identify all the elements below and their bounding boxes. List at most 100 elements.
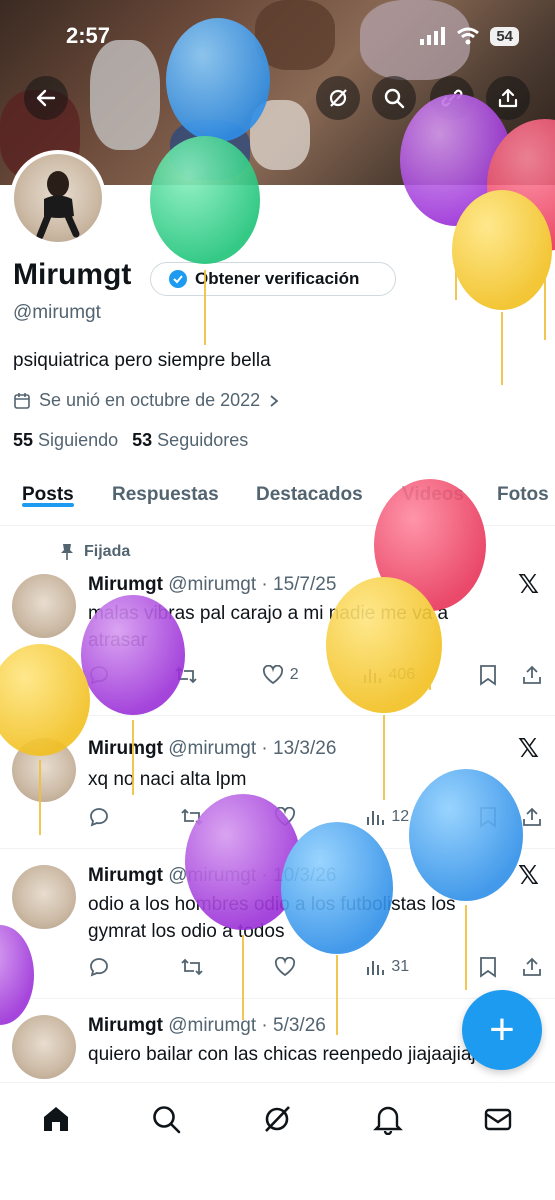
post-actions: 12 bbox=[88, 806, 543, 828]
post-author: Mirumgt bbox=[88, 1015, 163, 1036]
like-button[interactable] bbox=[274, 807, 296, 827]
calendar-icon bbox=[14, 392, 30, 409]
tab-posts[interactable]: Posts bbox=[22, 470, 74, 507]
tab-videos[interactable]: Videos bbox=[402, 470, 464, 506]
followers-link[interactable]: 53 Seguidores bbox=[132, 430, 248, 451]
post-meta: @mirumgt · 5/3/26 bbox=[168, 1015, 326, 1036]
bookmark-icon[interactable] bbox=[479, 956, 497, 978]
views-count: 31 bbox=[391, 958, 410, 975]
nav-grok[interactable] bbox=[257, 1101, 297, 1137]
link-button[interactable] bbox=[430, 76, 474, 120]
share-icon[interactable] bbox=[521, 806, 543, 828]
signal-icon bbox=[420, 27, 446, 45]
profile-tabs: Posts Respuestas Destacados Videos Fotos bbox=[0, 470, 555, 526]
post-header: Mirumgt @mirumgt · 5/3/26 bbox=[88, 1015, 326, 1037]
followers-count: 53 bbox=[132, 430, 153, 450]
reply-icon bbox=[90, 666, 108, 685]
share-icon[interactable] bbox=[521, 956, 543, 978]
get-verified-label: Obtener verificación bbox=[195, 269, 360, 288]
share-button[interactable] bbox=[486, 76, 530, 120]
post-actions: 31 bbox=[88, 956, 543, 978]
repost-button[interactable] bbox=[180, 806, 204, 828]
x-logo-icon: 𝕏 bbox=[518, 734, 539, 764]
bookmark-icon[interactable] bbox=[479, 806, 497, 828]
repost-button[interactable] bbox=[180, 956, 204, 978]
post-meta: @mirumgt · 10/3/26 bbox=[168, 865, 337, 886]
nav-search[interactable] bbox=[146, 1101, 186, 1137]
post-text: xq no naci alta lpm bbox=[88, 769, 247, 790]
grok-icon bbox=[329, 89, 347, 107]
post-header: Mirumgt @mirumgt · 13/3/26 bbox=[88, 738, 336, 760]
back-button[interactable] bbox=[24, 76, 68, 120]
reply-icon bbox=[90, 958, 108, 977]
views-button[interactable]: 406 bbox=[362, 665, 415, 685]
like-button[interactable]: 2 bbox=[262, 665, 299, 685]
repost-icon bbox=[181, 808, 203, 826]
get-verified-button[interactable]: Obtener verificación bbox=[150, 262, 396, 296]
profile-name: Mirumgt bbox=[13, 258, 132, 291]
reply-button[interactable] bbox=[88, 806, 110, 828]
post-avatar[interactable] bbox=[12, 1015, 76, 1079]
grok-icon bbox=[265, 1106, 290, 1132]
status-bar: 2:57 54 bbox=[0, 0, 555, 72]
bookmark-icon[interactable] bbox=[479, 664, 497, 686]
search-icon bbox=[153, 1106, 181, 1134]
home-icon bbox=[44, 1107, 68, 1131]
plus-icon: + bbox=[489, 1005, 515, 1054]
following-link[interactable]: 55 Siguiendo bbox=[13, 430, 118, 451]
heart-icon bbox=[262, 665, 283, 685]
arrow-left-icon bbox=[36, 89, 56, 107]
post-author: Mirumgt bbox=[88, 738, 163, 759]
post-avatar[interactable] bbox=[12, 574, 76, 638]
heart-icon bbox=[274, 957, 295, 977]
share-icon[interactable] bbox=[521, 664, 543, 686]
heart-icon bbox=[274, 807, 295, 827]
nav-notifications[interactable] bbox=[368, 1101, 408, 1137]
views-count: 12 bbox=[391, 808, 410, 825]
post-author: Mirumgt bbox=[88, 865, 163, 886]
post-avatar[interactable] bbox=[12, 738, 76, 802]
views-button[interactable]: 31 bbox=[365, 957, 409, 977]
views-icon bbox=[367, 961, 385, 975]
mail-icon bbox=[484, 1108, 512, 1131]
reply-button[interactable] bbox=[88, 664, 110, 686]
grok-button[interactable] bbox=[316, 76, 360, 120]
repost-button[interactable] bbox=[174, 664, 198, 686]
x-logo-icon: 𝕏 bbox=[518, 861, 539, 891]
compose-post-button[interactable]: + bbox=[462, 990, 542, 1070]
share-icon bbox=[498, 88, 518, 108]
battery-indicator: 54 bbox=[490, 26, 519, 46]
views-icon bbox=[367, 811, 385, 825]
post-header: Mirumgt @mirumgt · 15/7/25 bbox=[88, 574, 336, 596]
post-meta: @mirumgt · 15/7/25 bbox=[168, 574, 337, 595]
avatar-photo bbox=[36, 171, 80, 240]
bottom-navigation bbox=[0, 1082, 555, 1200]
tab-fotos[interactable]: Fotos bbox=[497, 470, 549, 506]
status-icons: 54 bbox=[420, 26, 519, 46]
tab-respuestas[interactable]: Respuestas bbox=[112, 470, 219, 506]
nav-home[interactable] bbox=[36, 1101, 76, 1137]
views-button[interactable]: 12 bbox=[365, 807, 409, 827]
post-header: Mirumgt @mirumgt · 10/3/26 bbox=[88, 865, 336, 887]
joined-date[interactable]: Se unió en octubre de 2022 bbox=[13, 390, 280, 411]
search-button[interactable] bbox=[372, 76, 416, 120]
chevron-right-icon bbox=[270, 394, 279, 407]
x-logo-icon: 𝕏 bbox=[518, 570, 539, 600]
wifi-icon bbox=[457, 27, 480, 45]
post-item[interactable]: Mirumgt @mirumgt · 13/3/26 𝕏 xq no naci … bbox=[0, 716, 555, 849]
reply-button[interactable] bbox=[88, 956, 110, 978]
like-button[interactable] bbox=[274, 957, 296, 977]
nav-messages[interactable] bbox=[478, 1101, 518, 1137]
verified-badge-icon bbox=[169, 270, 187, 288]
follow-stats: 55 Siguiendo 53 Seguidores bbox=[13, 430, 248, 451]
post-author: Mirumgt bbox=[88, 574, 163, 595]
following-count: 55 bbox=[13, 430, 34, 450]
post-item[interactable]: Mirumgt @mirumgt · 10/3/26 𝕏 odio a los … bbox=[0, 849, 555, 999]
joined-label: Se unió en octubre de 2022 bbox=[39, 390, 261, 410]
status-time: 2:57 bbox=[66, 23, 111, 48]
profile-avatar[interactable] bbox=[10, 150, 106, 246]
tab-destacados[interactable]: Destacados bbox=[256, 470, 363, 506]
post-avatar[interactable] bbox=[12, 865, 76, 929]
search-icon bbox=[384, 88, 405, 109]
post-item[interactable]: Mirumgt @mirumgt · 15/7/25 𝕏 malas vibra… bbox=[0, 526, 555, 716]
